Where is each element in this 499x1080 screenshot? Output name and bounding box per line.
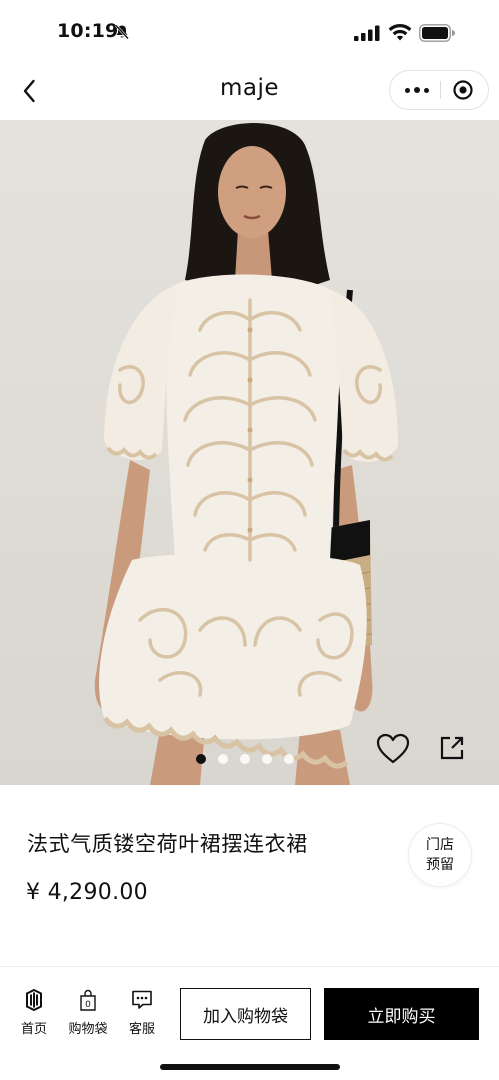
home-indicator — [160, 1064, 340, 1070]
shopping-bag-icon: 0 — [80, 989, 96, 1011]
product-price: ¥ 4,290.00 — [26, 880, 148, 905]
tab-customer-service[interactable]: 客服 — [120, 988, 164, 1037]
carousel-dot[interactable] — [284, 754, 294, 764]
nav-bar: maje — [0, 62, 499, 120]
add-to-bag-button[interactable]: 加入购物袋 — [180, 988, 311, 1040]
target-close-icon[interactable] — [452, 79, 474, 101]
status-time: 10:19 — [57, 20, 119, 42]
store-reserve-button[interactable]: 门店 预留 — [408, 823, 472, 887]
tab-service-label: 客服 — [128, 1022, 155, 1037]
battery-icon — [419, 24, 455, 42]
tab-bag-label: 购物袋 — [68, 1022, 108, 1037]
carousel-dot-active[interactable] — [196, 754, 206, 764]
tab-home[interactable]: 首页 — [12, 988, 56, 1037]
store-reserve-label-2: 预留 — [426, 857, 454, 873]
share-icon[interactable] — [438, 734, 466, 762]
store-reserve-label-1: 门店 — [426, 837, 454, 853]
more-dots-icon[interactable] — [402, 80, 432, 100]
favorite-heart-icon[interactable] — [376, 733, 410, 765]
buy-now-button[interactable]: 立即购买 — [324, 988, 479, 1040]
product-image-carousel[interactable] — [0, 120, 499, 785]
tab-shopping-bag[interactable]: 0 购物袋 — [66, 988, 110, 1037]
tab-home-label: 首页 — [20, 1022, 47, 1037]
status-bar: 10:19 — [0, 0, 499, 62]
mini-program-capsule — [389, 70, 489, 110]
carousel-dot[interactable] — [240, 754, 250, 764]
signal-icon — [354, 25, 380, 41]
home-logo-icon — [26, 988, 42, 1012]
wifi-icon — [388, 23, 412, 41]
carousel-dots — [196, 754, 294, 764]
carousel-dot[interactable] — [218, 754, 228, 764]
bell-off-icon — [115, 24, 129, 40]
capsule-divider — [440, 81, 441, 99]
carousel-dot[interactable] — [262, 754, 272, 764]
bottom-bar-divider — [0, 966, 499, 967]
product-photo — [94, 122, 398, 785]
bag-count: 0 — [85, 1000, 91, 1010]
product-title: 法式气质镂空荷叶裙摆连衣裙 — [27, 832, 308, 856]
chat-icon — [132, 990, 152, 1009]
